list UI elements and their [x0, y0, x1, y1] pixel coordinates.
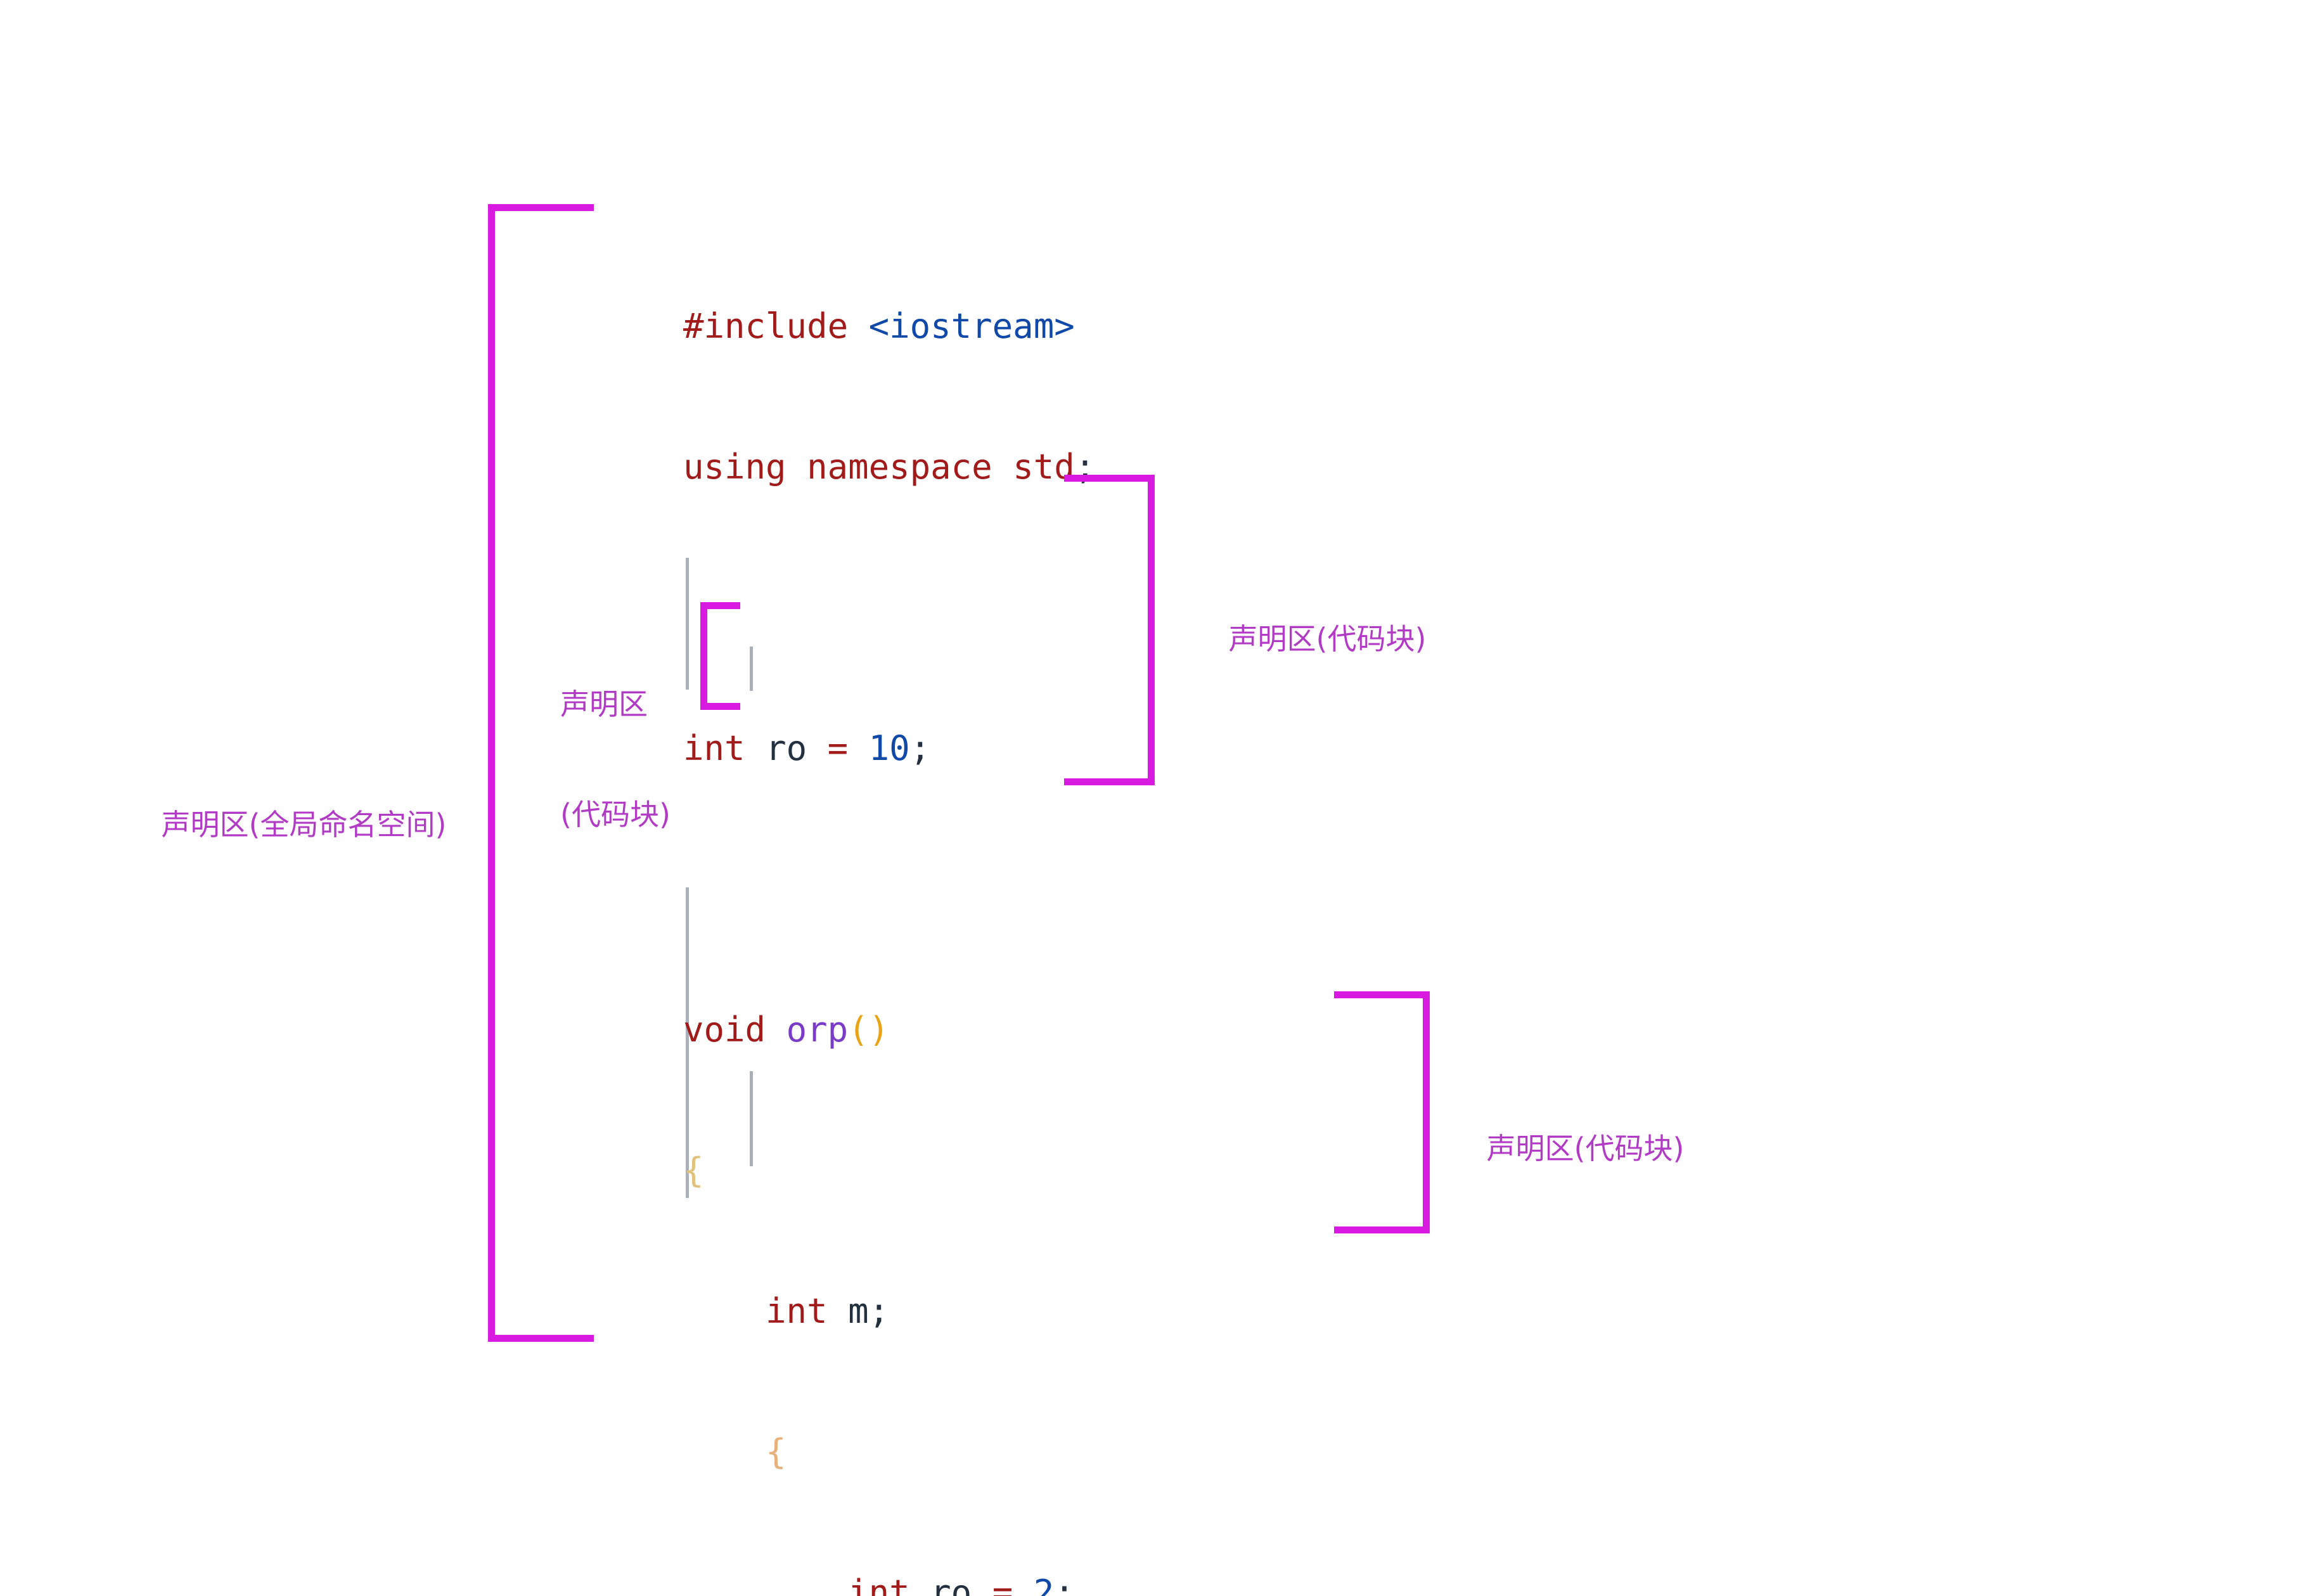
bracket-for-body	[1306, 976, 1470, 1255]
code-line-10: int ro = 2;	[848, 1573, 1075, 1596]
label-for-body-text: 声明区(代码块)	[1486, 1131, 1685, 1166]
label-orp-inner-block: 声明区 (代码块)	[560, 612, 671, 906]
code-line-4: int ro = 10;	[683, 728, 931, 768]
label-orp-body: 声明区(代码块)	[1191, 584, 1427, 694]
label-global-namespace-text: 声明区(全局命名空间)	[161, 808, 447, 842]
bracket-orp-inner-block	[684, 589, 761, 729]
code-line-6: void orp()	[683, 1010, 890, 1050]
bracket-orp-body	[1014, 444, 1204, 824]
code-line-9: {	[766, 1432, 787, 1472]
label-for-body: 声明区(代码块)	[1449, 1093, 1685, 1204]
code-line-1: #include <iostream>	[683, 306, 1075, 346]
label-orp-inner-block-line1: 声明区	[560, 687, 648, 721]
code-line-8: int m;	[766, 1291, 890, 1331]
label-global-namespace: 声明区(全局命名空间)	[124, 769, 447, 880]
label-orp-inner-block-line2: (代码块)	[560, 797, 671, 832]
code-listing: #include <iostream> using namespace std;…	[683, 209, 1322, 1596]
bracket-global-namespace	[0, 0, 634, 1394]
diagram-canvas: #include <iostream> using namespace std;…	[0, 0, 2305, 1596]
label-orp-body-text: 声明区(代码块)	[1228, 622, 1427, 656]
code-line-2: using namespace std;	[683, 447, 1096, 487]
code-line-7: {	[683, 1150, 704, 1190]
